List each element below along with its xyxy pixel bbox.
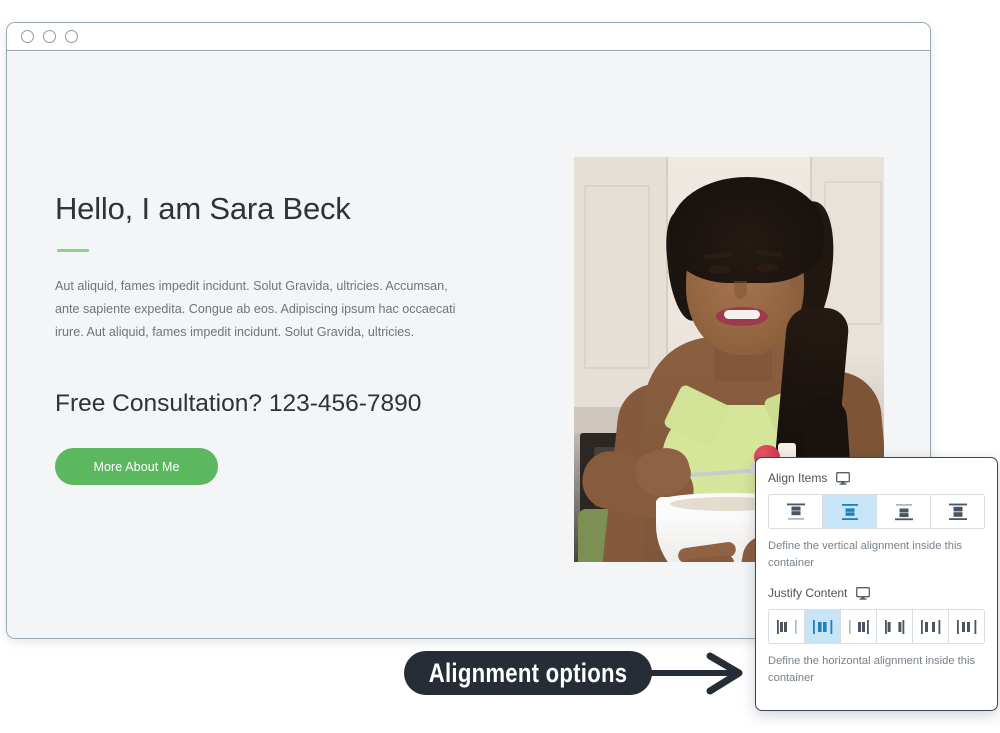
alignment-settings-panel: Align Items Define the vertical alignmen…: [755, 457, 998, 711]
page-title: Hello, I am Sara Beck: [55, 191, 351, 226]
justify-content-label: Justify Content: [768, 586, 848, 600]
window-close-dot[interactable]: [21, 30, 34, 43]
justify-around-icon: [920, 619, 940, 634]
justify-between-icon: [884, 619, 904, 634]
align-items-label: Align Items: [768, 471, 828, 485]
panel-divider: [768, 571, 985, 586]
arrow-right-icon: [636, 652, 743, 695]
justify-space-evenly-button[interactable]: [949, 610, 984, 643]
callout-label: Alignment options: [428, 657, 628, 688]
justify-content-label-row: Justify Content: [768, 586, 985, 600]
align-items-help-text: Define the vertical alignment inside thi…: [768, 540, 963, 569]
align-items-label-row: Align Items: [768, 471, 985, 485]
justify-flex-end-button[interactable]: [841, 610, 877, 643]
more-about-me-button[interactable]: More About Me: [55, 448, 218, 485]
align-center-button[interactable]: [823, 495, 877, 528]
hero-text-block: Hello, I am Sara Beck Aut aliquid, fames…: [55, 191, 485, 485]
align-stretch-icon: [948, 503, 967, 520]
hero-paragraph: Aut aliquid, fames impedit incidunt. Sol…: [55, 279, 456, 339]
browser-title-bar: [7, 23, 930, 51]
align-stretch-button[interactable]: [931, 495, 984, 528]
justify-center-icon: [812, 619, 832, 634]
justify-start-icon: [776, 619, 797, 634]
consultation-phone-line: Free Consultation? 123-456-7890: [55, 390, 422, 417]
callout-bubble: Alignment options: [404, 651, 652, 695]
justify-content-help-text: Define the horizontal alignment inside t…: [768, 655, 976, 684]
title-accent-bar: [57, 249, 89, 252]
justify-flex-start-button[interactable]: [769, 610, 805, 643]
justify-content-segmented-control[interactable]: [768, 609, 985, 644]
align-bottom-icon: [894, 503, 913, 520]
justify-space-around-button[interactable]: [913, 610, 949, 643]
justify-evenly-icon: [956, 619, 976, 634]
window-minimize-dot[interactable]: [43, 30, 56, 43]
justify-center-button[interactable]: [805, 610, 841, 643]
monitor-icon[interactable]: [856, 586, 871, 600]
window-maximize-dot[interactable]: [65, 30, 78, 43]
justify-space-between-button[interactable]: [877, 610, 913, 643]
justify-end-icon: [848, 619, 869, 634]
screenshot-root: Hello, I am Sara Beck Aut aliquid, fames…: [0, 0, 1000, 733]
align-flex-end-button[interactable]: [877, 495, 931, 528]
align-middle-icon: [841, 503, 858, 520]
align-top-icon: [786, 503, 805, 520]
align-flex-start-button[interactable]: [769, 495, 823, 528]
align-items-segmented-control[interactable]: [768, 494, 985, 529]
monitor-icon[interactable]: [836, 471, 851, 485]
